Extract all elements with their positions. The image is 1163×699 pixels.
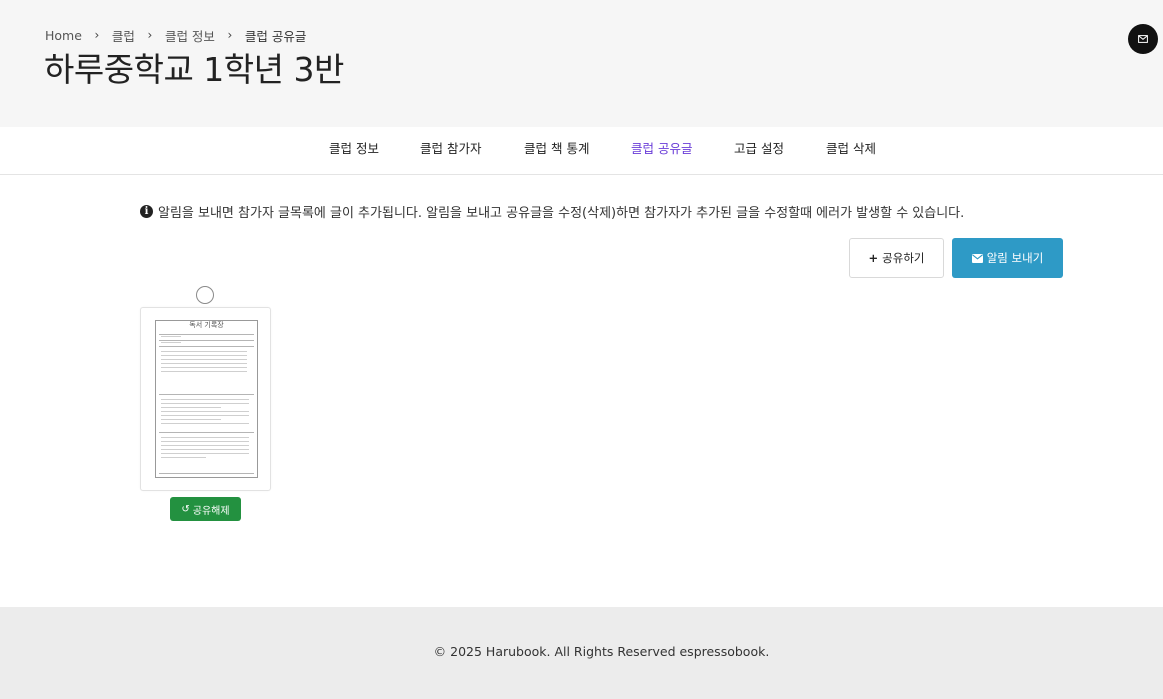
thumbnail-rule	[159, 432, 254, 433]
send-notification-button[interactable]: 알림 보내기	[952, 238, 1063, 278]
chevron-right-icon: ›	[147, 28, 153, 42]
thumbnail-text-line	[161, 351, 247, 352]
tab-club-book-stats[interactable]: 클럽 책 통계	[524, 127, 589, 174]
breadcrumb-home[interactable]: Home	[45, 28, 82, 43]
breadcrumb-club-shared-posts: 클럽 공유글	[244, 28, 307, 44]
page-title: 하루중학교 1학년 3반	[44, 50, 344, 89]
notice: i 알림을 보내면 참가자 글목록에 글이 추가됩니다. 알림을 보내고 공유글…	[140, 201, 964, 221]
undo-icon: ↺	[181, 503, 190, 515]
thumbnail-text-line	[161, 403, 249, 404]
share-button-label: 공유하기	[882, 251, 925, 265]
thumbnail-rule	[159, 394, 254, 395]
thumbnail-title: 독서 기록장	[189, 321, 224, 329]
thumbnail-text-line	[161, 407, 221, 408]
post-thumbnail: 독서 기록장	[155, 320, 258, 478]
thumbnail-text-line	[161, 399, 249, 400]
unshare-button-label: 공유해제	[192, 505, 230, 517]
thumbnail-text-line	[161, 411, 249, 412]
thumbnail-text-line	[161, 419, 221, 420]
thumbnail-text-line	[161, 423, 249, 424]
thumbnail-text-line	[161, 415, 249, 416]
plus-icon: +	[868, 251, 879, 265]
thumbnail-text-line	[161, 341, 181, 343]
tab-advanced-settings[interactable]: 고급 설정	[734, 127, 784, 174]
envelope-icon	[1138, 35, 1148, 43]
breadcrumb: Home › 클럽 › 클럽 정보 › 클럽 공유글	[45, 26, 306, 44]
thumbnail-text-line	[161, 335, 181, 337]
thumbnail-rule	[159, 346, 254, 347]
info-circle-icon: i	[140, 204, 153, 218]
breadcrumb-club[interactable]: 클럽	[112, 26, 135, 45]
thumbnail-text-line	[161, 359, 247, 360]
page-header: Home › 클럽 › 클럽 정보 › 클럽 공유글 하루중학교 1학년 3반	[0, 0, 1163, 127]
thumbnail-text-line	[161, 371, 247, 372]
thumbnail-text-line	[161, 445, 249, 446]
footer-copyright: © 2025 Harubook. All Rights Reserved esp…	[433, 644, 770, 659]
tab-club-shared-posts[interactable]: 클럽 공유글	[631, 127, 692, 174]
tab-club-info[interactable]: 클럽 정보	[329, 127, 379, 174]
thumbnail-text-line	[161, 363, 247, 364]
notice-text: 알림을 보내면 참가자 글목록에 글이 추가됩니다. 알림을 보내고 공유글을 …	[158, 205, 965, 221]
breadcrumb-club-info[interactable]: 클럽 정보	[165, 26, 215, 45]
thumbnail-text-line	[161, 437, 249, 438]
tab-club-participants[interactable]: 클럽 참가자	[420, 127, 481, 174]
footer: © 2025 Harubook. All Rights Reserved esp…	[0, 607, 1163, 699]
send-notification-label: 알림 보내기	[986, 251, 1044, 265]
tab-delete-club[interactable]: 클럽 삭제	[826, 127, 876, 174]
share-button[interactable]: + 공유하기	[849, 238, 944, 278]
tab-nav: 클럽 정보 클럽 참가자 클럽 책 통계 클럽 공유글 고급 설정 클럽 삭제	[0, 127, 1163, 175]
thumbnail-text-line	[161, 453, 249, 454]
post-select-radio[interactable]	[196, 286, 214, 304]
thumbnail-text-line	[161, 457, 206, 458]
thumbnail-rule	[159, 473, 254, 474]
thumbnail-text-line	[161, 355, 247, 356]
thumbnail-text-line	[161, 449, 249, 450]
unshare-button[interactable]: ↺ 공유해제	[170, 497, 241, 521]
chevron-right-icon: ›	[227, 28, 233, 42]
thumbnail-text-line	[161, 367, 247, 368]
chevron-right-icon: ›	[94, 28, 100, 42]
envelope-icon	[971, 253, 983, 263]
mail-button[interactable]	[1128, 24, 1158, 54]
thumbnail-text-line	[161, 441, 249, 442]
shared-post-card[interactable]: 독서 기록장	[140, 307, 271, 491]
